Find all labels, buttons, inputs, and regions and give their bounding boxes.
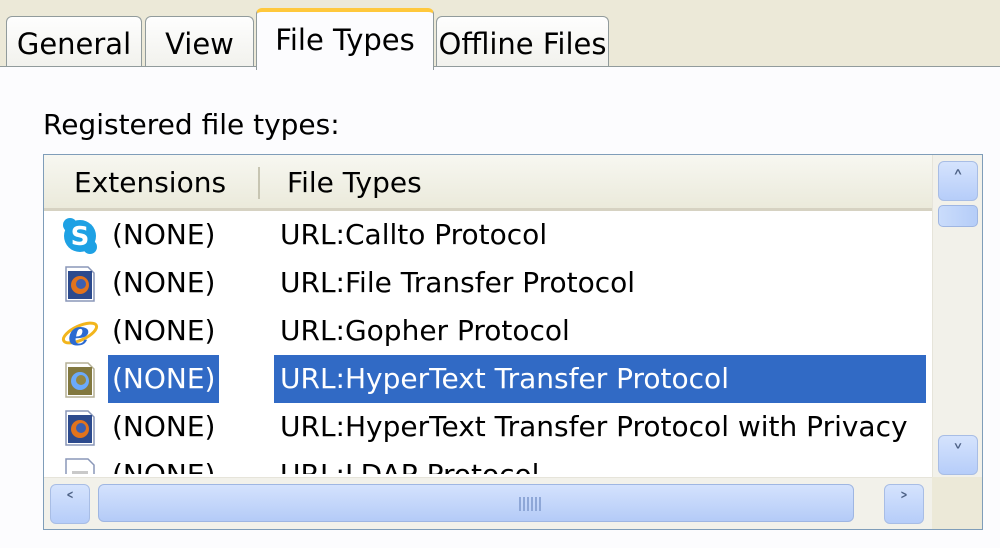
skype-icon: S	[60, 217, 100, 255]
scroll-grip-icon	[519, 497, 541, 511]
chevron-left-icon: ˂	[64, 491, 76, 516]
chevron-right-icon: ˃	[898, 491, 910, 516]
scroll-left-button[interactable]: ˂	[50, 484, 90, 524]
scroll-up-button[interactable]: ˄	[938, 161, 978, 201]
firefox-document-icon	[60, 361, 100, 399]
column-separator[interactable]	[258, 167, 260, 199]
row-file-type: URL:HyperText Transfer Protocol	[274, 355, 926, 403]
registered-file-types-label: Registered file types:	[43, 108, 340, 141]
scroll-right-button[interactable]: ˃	[884, 484, 924, 524]
svg-text:e: e	[68, 314, 90, 351]
chevron-up-icon: ˄	[952, 168, 964, 193]
file-types-list[interactable]: Extensions File Types S (NONE) URL:Callt…	[43, 154, 983, 530]
firefox-document-icon	[60, 409, 100, 447]
table-row[interactable]: S (NONE) URL:Callto Protocol	[44, 211, 932, 259]
row-file-type: URL:HyperText Transfer Protocol with Pri…	[280, 410, 908, 443]
row-extension: (NONE)	[112, 410, 216, 443]
row-extension: (NONE)	[112, 314, 216, 347]
row-extension: (NONE)	[108, 355, 220, 403]
row-file-type: URL:Gopher Protocol	[280, 314, 570, 347]
scroll-down-button[interactable]: ˅	[938, 435, 978, 475]
vertical-scroll-thumb[interactable]	[938, 205, 978, 227]
tab-general[interactable]: General	[6, 16, 142, 68]
row-file-type: URL:Callto Protocol	[280, 218, 548, 251]
vertical-scrollbar[interactable]: ˄ ˅	[932, 155, 982, 477]
tab-file-types[interactable]: File Types	[256, 8, 434, 70]
horizontal-scroll-thumb[interactable]	[98, 484, 854, 522]
column-header-file-types[interactable]: File Types	[287, 155, 422, 211]
table-row[interactable]: (NONE) URL:HyperText Transfer Protocol w…	[44, 403, 932, 451]
tab-offline-files[interactable]: Offline Files	[436, 16, 609, 68]
svg-text:S: S	[71, 222, 90, 252]
row-extension: (NONE)	[112, 218, 216, 251]
scrollbar-corner	[932, 477, 982, 529]
list-header: Extensions File Types	[44, 155, 932, 211]
chevron-down-icon: ˅	[952, 442, 964, 467]
firefox-document-icon	[60, 265, 100, 303]
table-row[interactable]: e (NONE) URL:Gopher Protocol	[44, 307, 932, 355]
table-row[interactable]: (NONE) URL:LDAP Protocol	[44, 451, 932, 474]
internet-explorer-icon: e	[60, 313, 100, 354]
row-file-type: URL:File Transfer Protocol	[280, 266, 636, 299]
row-file-type: URL:LDAP Protocol	[274, 451, 545, 474]
list-rows: S (NONE) URL:Callto Protocol (NONE) URL:…	[44, 211, 932, 474]
tab-view[interactable]: View	[145, 16, 254, 68]
table-row[interactable]: (NONE) URL:File Transfer Protocol	[44, 259, 932, 307]
row-extension: (NONE)	[112, 266, 216, 299]
column-header-extensions[interactable]: Extensions	[74, 155, 226, 211]
horizontal-scrollbar[interactable]: ˂ ˃	[44, 477, 932, 529]
table-row-selected[interactable]: (NONE) URL:HyperText Transfer Protocol	[44, 355, 932, 403]
row-extension: (NONE)	[108, 451, 219, 474]
ldap-document-icon	[60, 457, 100, 474]
